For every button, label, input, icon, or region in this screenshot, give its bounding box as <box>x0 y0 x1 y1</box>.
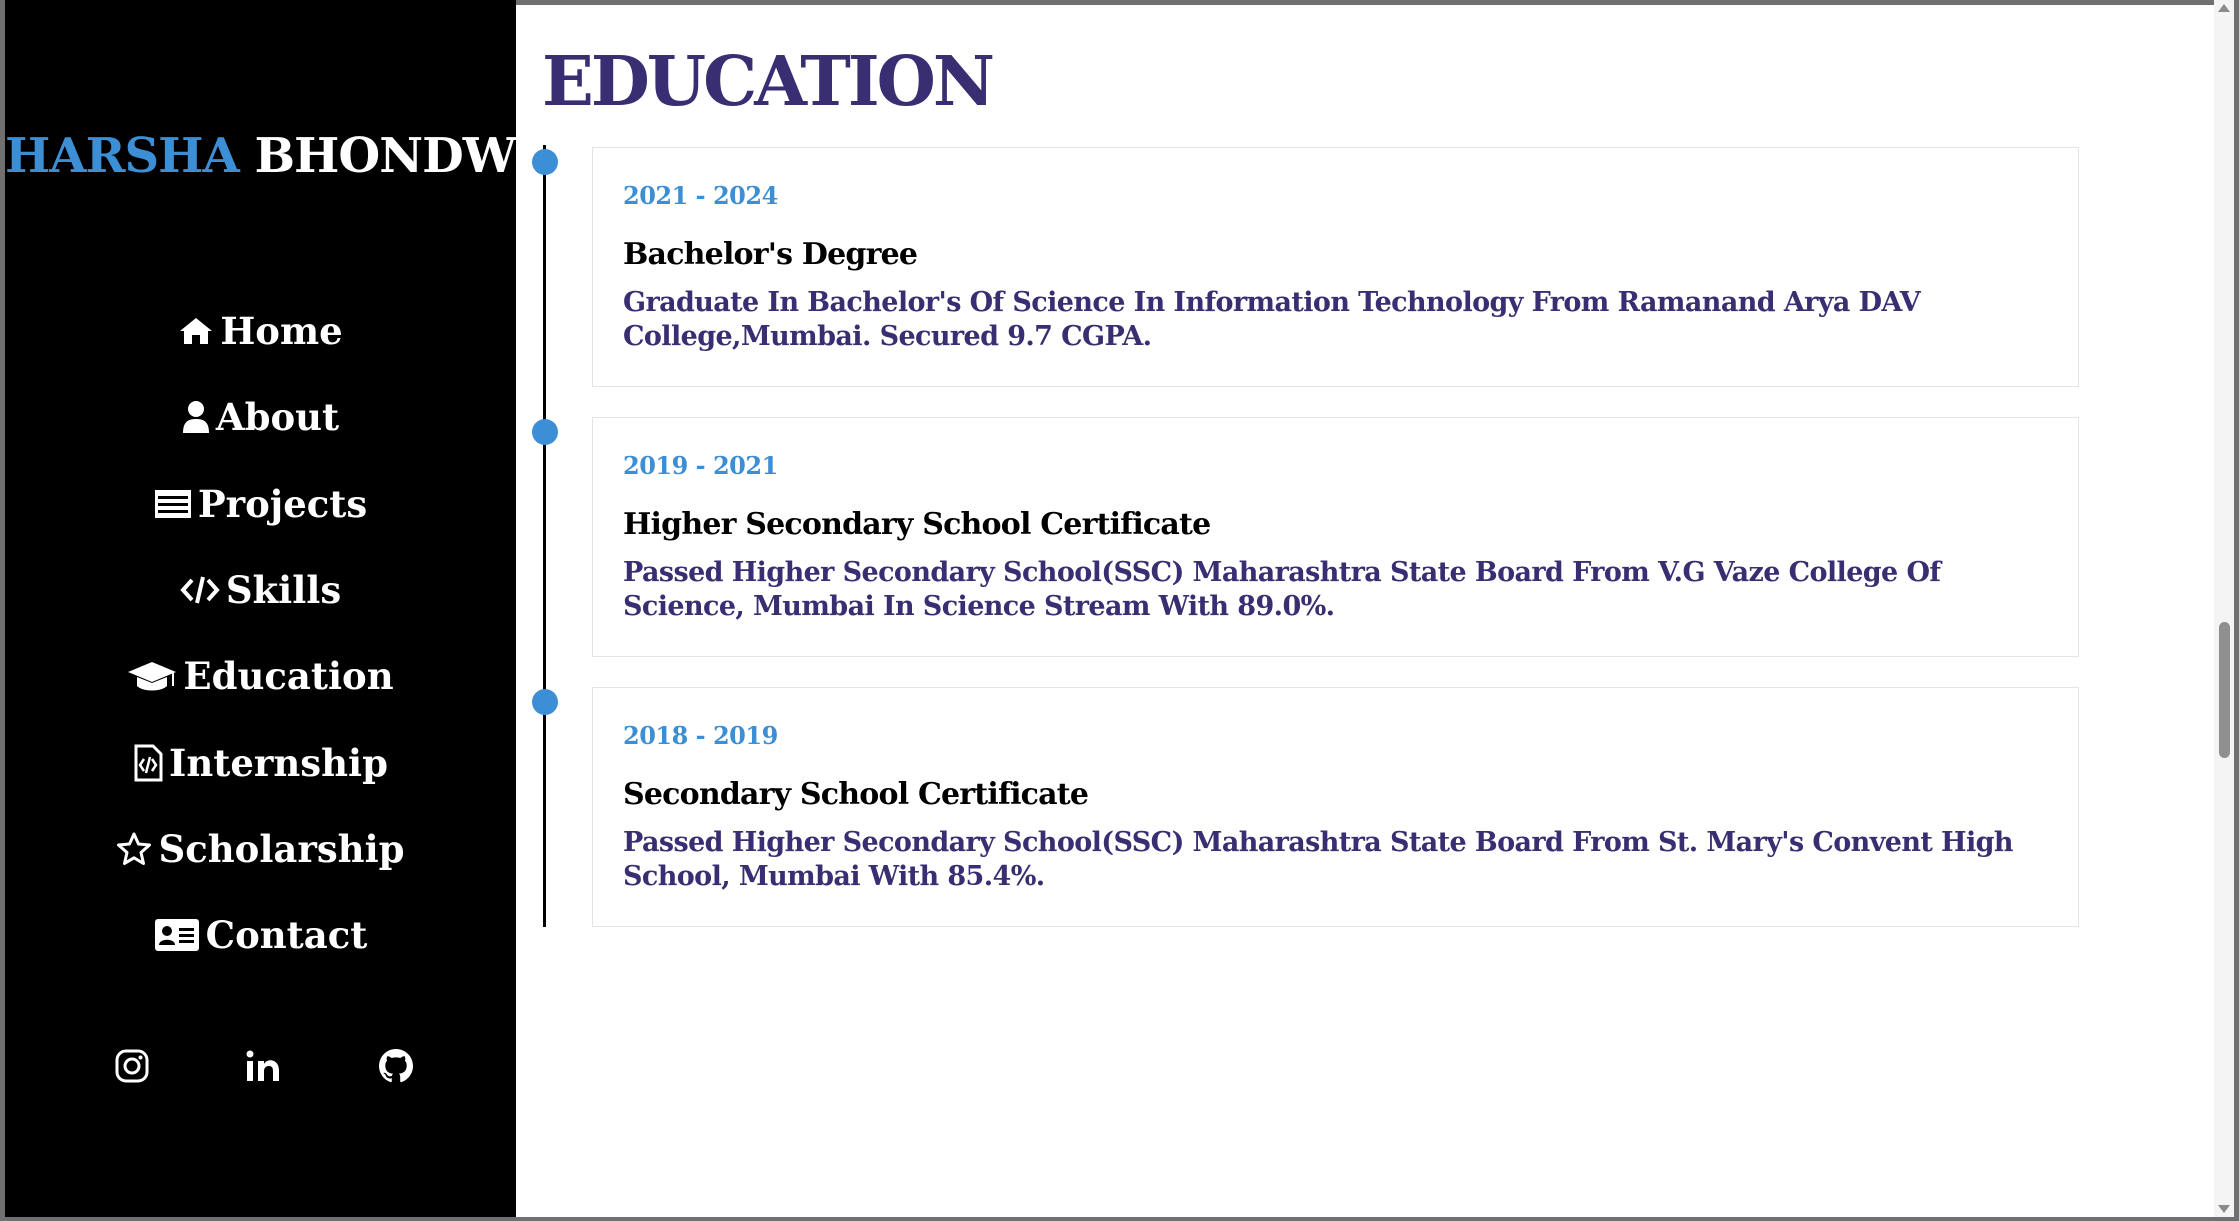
nav-item-education[interactable]: Education <box>5 633 516 719</box>
education-description: Passed Higher Secondary School(SSC) Maha… <box>623 557 1941 622</box>
nav-label-contact: Contact <box>205 913 368 958</box>
star-icon <box>116 832 152 866</box>
scrollbar-thumb[interactable] <box>2219 622 2230 758</box>
user-icon <box>182 400 210 434</box>
nav-label-about: About <box>215 395 340 440</box>
education-degree: Higher Secondary School Certificate <box>623 507 1211 542</box>
nav-item-internship[interactable]: Internship <box>5 719 516 805</box>
education-description: Graduate In Bachelor's Of Science In Inf… <box>623 287 1921 352</box>
nav-item-projects[interactable]: Projects <box>5 461 516 547</box>
timeline-dot <box>532 419 558 445</box>
nav-label-internship: Internship <box>169 740 388 785</box>
instagram-icon[interactable] <box>112 1046 152 1086</box>
education-section: EDUCATION 2021 - 2024 Bachelor's Degree … <box>516 0 2214 1217</box>
education-card-ssc: 2018 - 2019 Secondary School Certificate… <box>592 687 2079 927</box>
code-icon <box>180 575 220 605</box>
page-title: EDUCATION <box>542 42 995 122</box>
nav-label-education: Education <box>183 654 394 699</box>
timeline-dot <box>532 689 558 715</box>
code-file-icon <box>133 744 163 782</box>
brand-name[interactable]: HARSHA BHONDWE <box>5 128 552 184</box>
nav-label-home: Home <box>220 309 343 354</box>
nav-item-home[interactable]: Home <box>5 288 516 374</box>
brand-first-name: HARSHA <box>5 128 240 184</box>
vertical-scrollbar[interactable] <box>2214 0 2234 1217</box>
education-card-bachelors: 2021 - 2024 Bachelor's Degree Graduate I… <box>592 147 2079 387</box>
scroll-down-arrow-icon[interactable] <box>2218 1205 2230 1213</box>
education-description: Passed Higher Secondary School(SSC) Maha… <box>623 827 2014 892</box>
nav-label-scholarship: Scholarship <box>158 826 405 871</box>
nav-label-projects: Projects <box>197 481 368 526</box>
list-icon <box>154 489 192 519</box>
education-years: 2019 - 2021 <box>623 451 778 480</box>
nav-item-contact[interactable]: Contact <box>5 892 516 978</box>
education-card-hsc: 2019 - 2021 Higher Secondary School Cert… <box>592 417 2079 657</box>
nav-item-skills[interactable]: Skills <box>5 547 516 633</box>
sidebar: HARSHA BHONDWE Home About Projects Skill… <box>5 0 552 1217</box>
education-years: 2018 - 2019 <box>623 721 778 750</box>
education-degree: Secondary School Certificate <box>623 777 1089 812</box>
nav-item-about[interactable]: About <box>5 374 516 460</box>
sidebar-nav: Home About Projects Skills Education Int… <box>5 288 516 978</box>
brand-last-name: BHONDWE <box>254 128 552 184</box>
graduation-cap-icon <box>127 659 177 693</box>
education-degree: Bachelor's Degree <box>623 237 918 272</box>
home-icon <box>178 316 214 346</box>
linkedin-icon[interactable] <box>243 1046 283 1086</box>
timeline-line <box>543 145 546 927</box>
address-card-icon <box>154 918 200 952</box>
timeline-dot <box>532 149 558 175</box>
education-years: 2021 - 2024 <box>623 181 778 210</box>
nav-label-skills: Skills <box>225 568 342 613</box>
github-icon[interactable] <box>376 1046 416 1086</box>
nav-item-scholarship[interactable]: Scholarship <box>5 806 516 892</box>
scroll-up-arrow-icon[interactable] <box>2218 4 2230 12</box>
